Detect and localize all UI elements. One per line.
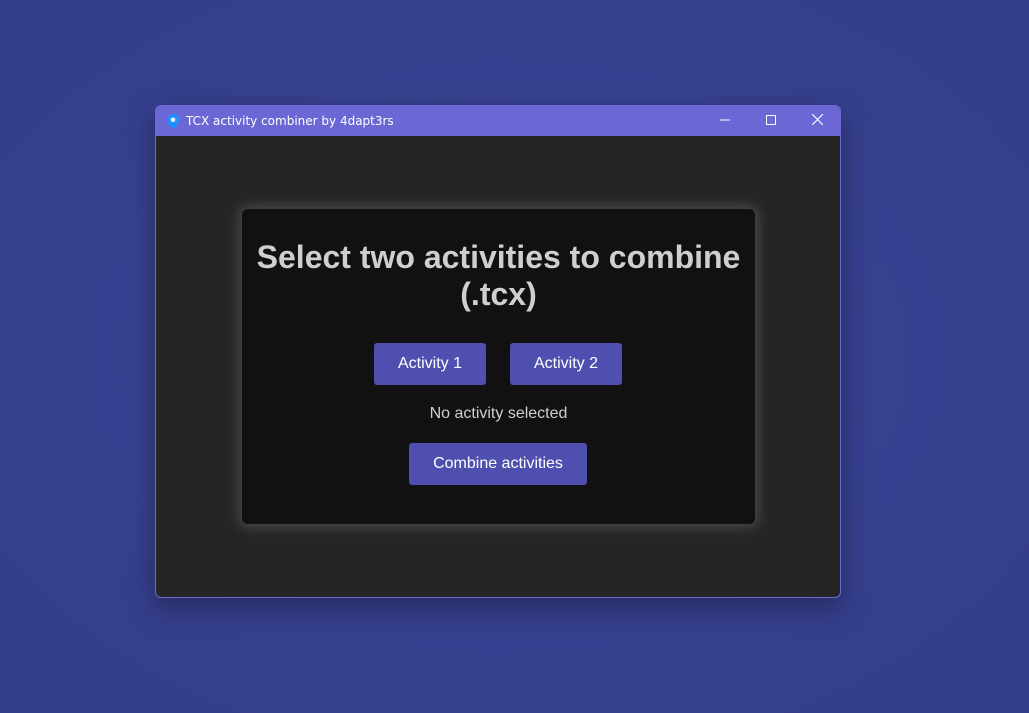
close-icon bbox=[811, 112, 823, 130]
map-pin-icon bbox=[165, 113, 181, 129]
window-content: Select two activities to combine (.tcx) … bbox=[156, 136, 840, 597]
window-title: TCX activity combiner by 4dapt3rs bbox=[186, 114, 394, 128]
activity-2-button[interactable]: Activity 2 bbox=[510, 343, 622, 385]
maximize-icon bbox=[766, 112, 776, 130]
minimize-icon bbox=[720, 112, 730, 130]
card-title: Select two activities to combine (.tcx) bbox=[256, 239, 741, 312]
title-bar[interactable]: TCX activity combiner by 4dapt3rs bbox=[156, 106, 840, 136]
activity-1-button[interactable]: Activity 1 bbox=[374, 343, 486, 385]
minimize-button[interactable] bbox=[702, 106, 748, 136]
window-controls bbox=[702, 106, 840, 136]
maximize-button[interactable] bbox=[748, 106, 794, 136]
combine-activities-button[interactable]: Combine activities bbox=[409, 443, 587, 485]
combiner-card: Select two activities to combine (.tcx) … bbox=[242, 209, 755, 524]
selection-status: No activity selected bbox=[429, 405, 568, 422]
app-window: TCX activity combiner by 4dapt3rs Select… bbox=[155, 105, 841, 598]
close-button[interactable] bbox=[794, 106, 840, 136]
